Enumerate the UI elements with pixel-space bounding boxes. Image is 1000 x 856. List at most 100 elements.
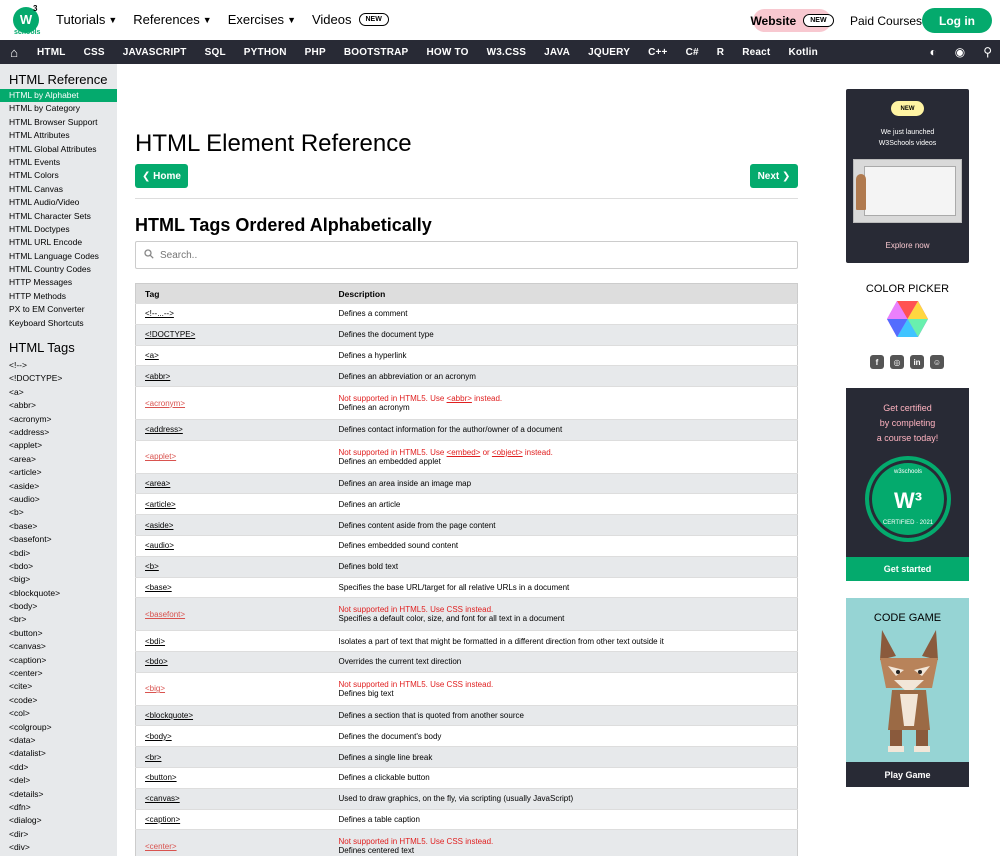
sidebar-tag-link[interactable]: <col>: [0, 707, 117, 720]
menu-videos[interactable]: Videos NEW: [312, 12, 389, 27]
tag-link[interactable]: <body>: [135, 725, 330, 747]
sidebar-tag-link[interactable]: <canvas>: [0, 640, 117, 653]
sidebar-tag-link[interactable]: <caption>: [0, 654, 117, 667]
nav-item-c-[interactable]: C#: [677, 47, 708, 58]
nav-item-javascript[interactable]: JAVASCRIPT: [114, 47, 196, 58]
color-picker-label[interactable]: COLOR PICKER: [846, 283, 969, 295]
tag-link[interactable]: <article>: [135, 493, 330, 515]
nav-item-r[interactable]: R: [708, 47, 733, 58]
replacement-tag-link[interactable]: <embed>: [447, 448, 481, 457]
linkedin-icon[interactable]: in: [910, 355, 924, 369]
sidebar-tag-link[interactable]: <big>: [0, 573, 117, 586]
sidebar-item-html-url-encode[interactable]: HTML URL Encode: [0, 236, 117, 249]
search-box[interactable]: [135, 241, 798, 269]
sidebar-item-html-by-category[interactable]: HTML by Category: [0, 102, 117, 115]
sidebar-item-http-methods[interactable]: HTTP Methods: [0, 290, 117, 303]
tag-link[interactable]: <b>: [135, 555, 330, 578]
nav-item-python[interactable]: PYTHON: [235, 47, 296, 58]
sidebar-item-html-character-sets[interactable]: HTML Character Sets: [0, 210, 117, 223]
tag-link[interactable]: <!DOCTYPE>: [135, 323, 330, 346]
nav-item-c-[interactable]: C++: [639, 47, 677, 58]
explore-now-link[interactable]: Explore now: [846, 241, 969, 250]
sidebar-tag-link[interactable]: <colgroup>: [0, 721, 117, 734]
nav-item-jquery[interactable]: JQUERY: [579, 47, 639, 58]
sidebar-tag-link[interactable]: <a>: [0, 386, 117, 399]
sidebar-tag-link[interactable]: <body>: [0, 600, 117, 613]
videos-ad[interactable]: NEW We just launched W3Schools videos Ex…: [846, 89, 969, 263]
website-button[interactable]: Website NEW: [750, 9, 834, 32]
sidebar-tag-link[interactable]: <!-->: [0, 359, 117, 372]
tag-link[interactable]: <aside>: [135, 514, 330, 536]
sidebar-tag-link[interactable]: <div>: [0, 841, 117, 854]
sidebar-tag-link[interactable]: <dd>: [0, 761, 117, 774]
home-icon[interactable]: ⌂: [0, 45, 28, 60]
sidebar-item-http-messages[interactable]: HTTP Messages: [0, 276, 117, 289]
tag-link[interactable]: <big>: [135, 671, 330, 706]
nav-item-java[interactable]: JAVA: [535, 47, 579, 58]
sidebar-tag-link[interactable]: <abbr>: [0, 399, 117, 412]
search-input[interactable]: [160, 249, 760, 261]
sidebar-tag-link[interactable]: <center>: [0, 667, 117, 680]
sidebar-item-px-to-em-converter[interactable]: PX to EM Converter: [0, 303, 117, 316]
sidebar-tag-link[interactable]: <button>: [0, 627, 117, 640]
code-game-ad[interactable]: CODE GAME Play Game: [846, 598, 969, 787]
sidebar-tag-link[interactable]: <blockquote>: [0, 587, 117, 600]
instagram-icon[interactable]: ◎: [890, 355, 904, 369]
nav-item-how-to[interactable]: HOW TO: [417, 47, 477, 58]
sidebar-tag-link[interactable]: <code>: [0, 694, 117, 707]
tag-link[interactable]: <center>: [135, 829, 330, 856]
sidebar-item-html-canvas[interactable]: HTML Canvas: [0, 183, 117, 196]
sidebar-tag-link[interactable]: <dir>: [0, 828, 117, 841]
get-started-button[interactable]: Get started: [846, 557, 969, 581]
sidebar-tag-link[interactable]: <bdi>: [0, 547, 117, 560]
sidebar-tag-link[interactable]: <del>: [0, 774, 117, 787]
login-button[interactable]: Log in: [922, 8, 992, 33]
nav-item-php[interactable]: PHP: [296, 47, 335, 58]
tag-link[interactable]: <blockquote>: [135, 704, 330, 726]
next-button[interactable]: Next ❯: [750, 164, 798, 188]
sidebar-item-keyboard-shortcuts[interactable]: Keyboard Shortcuts: [0, 317, 117, 330]
replacement-tag-link[interactable]: <object>: [492, 448, 523, 457]
sidebar-tag-link[interactable]: <!DOCTYPE>: [0, 372, 117, 385]
menu-references[interactable]: References ▼: [133, 12, 211, 27]
sidebar-item-html-colors[interactable]: HTML Colors: [0, 169, 117, 182]
facebook-icon[interactable]: f: [870, 355, 884, 369]
sidebar-item-html-by-alphabet[interactable]: HTML by Alphabet: [0, 89, 117, 103]
w3schools-logo[interactable]: W 3 schools: [13, 4, 40, 36]
tag-link[interactable]: <area>: [135, 472, 330, 494]
theme-toggle-icon[interactable]: ◐: [929, 45, 936, 59]
sidebar-tag-link[interactable]: <address>: [0, 426, 117, 439]
nav-item-sql[interactable]: SQL: [196, 47, 235, 58]
globe-icon[interactable]: ◉: [955, 45, 965, 59]
tag-link[interactable]: <caption>: [135, 808, 330, 830]
sidebar-tag-link[interactable]: <basefont>: [0, 533, 117, 546]
sidebar-item-html-attributes[interactable]: HTML Attributes: [0, 129, 117, 142]
tag-link[interactable]: <canvas>: [135, 787, 330, 810]
sidebar-item-html-events[interactable]: HTML Events: [0, 156, 117, 169]
tag-link[interactable]: <a>: [135, 344, 330, 366]
tag-link[interactable]: <!--...-->: [135, 303, 330, 325]
sidebar-tag-link[interactable]: <applet>: [0, 439, 117, 452]
nav-item-bootstrap[interactable]: BOOTSTRAP: [335, 47, 418, 58]
play-game-button[interactable]: Play Game: [846, 762, 969, 787]
discord-icon[interactable]: ☺: [930, 355, 944, 369]
menu-tutorials[interactable]: Tutorials ▼: [56, 12, 117, 27]
sidebar-tag-link[interactable]: <b>: [0, 506, 117, 519]
tag-link[interactable]: <audio>: [135, 534, 330, 557]
home-button[interactable]: ❮ Home: [135, 164, 188, 188]
sidebar-tag-link[interactable]: <acronym>: [0, 413, 117, 426]
tag-link[interactable]: <bdo>: [135, 650, 330, 673]
tag-link[interactable]: <bdi>: [135, 630, 330, 652]
sidebar-tag-link[interactable]: <article>: [0, 466, 117, 479]
sidebar-item-html-doctypes[interactable]: HTML Doctypes: [0, 223, 117, 236]
sidebar-tag-link[interactable]: <dfn>: [0, 801, 117, 814]
tag-link[interactable]: <address>: [135, 418, 330, 441]
menu-exercises[interactable]: Exercises ▼: [228, 12, 296, 27]
tag-link[interactable]: <applet>: [135, 439, 330, 474]
sidebar-item-html-audio-video[interactable]: HTML Audio/Video: [0, 196, 117, 209]
nav-item-w3-css[interactable]: W3.CSS: [478, 47, 536, 58]
sidebar-tag-link[interactable]: <aside>: [0, 480, 117, 493]
sidebar-item-html-global-attributes[interactable]: HTML Global Attributes: [0, 143, 117, 156]
color-picker-hexagon-icon[interactable]: [886, 299, 929, 339]
sidebar-tag-link[interactable]: <cite>: [0, 680, 117, 693]
